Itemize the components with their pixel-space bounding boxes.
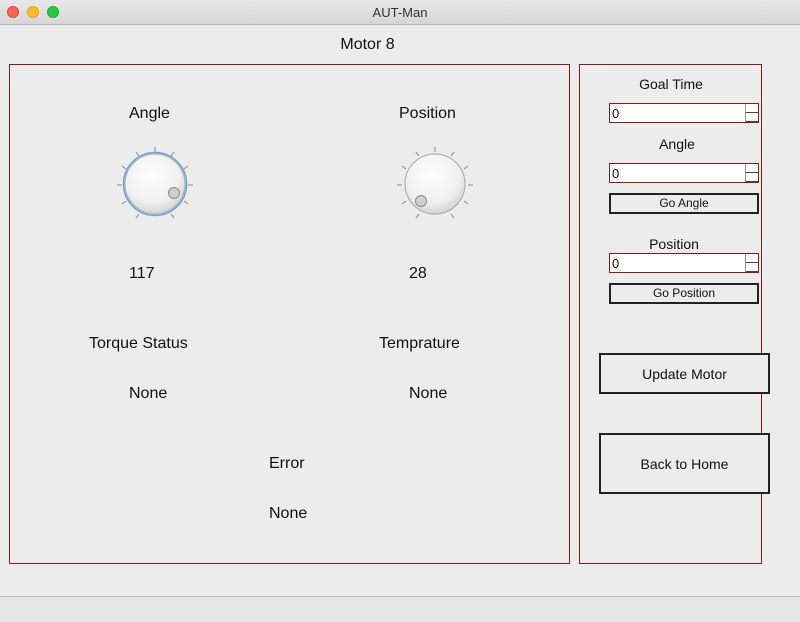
temperature-label: Temprature bbox=[379, 335, 460, 352]
goal-time-stepper[interactable] bbox=[745, 104, 758, 122]
stepper-down-icon[interactable] bbox=[746, 113, 758, 122]
goal-position-spinbox[interactable] bbox=[609, 253, 759, 273]
position-dial-handle bbox=[415, 195, 427, 207]
update-motor-button[interactable]: Update Motor bbox=[599, 353, 770, 394]
position-value: 28 bbox=[409, 265, 427, 282]
title-bar: AUT-Man bbox=[0, 0, 800, 25]
goal-position-input[interactable] bbox=[610, 254, 746, 272]
torque-status-label: Torque Status bbox=[89, 335, 188, 352]
angle-label: Angle bbox=[129, 105, 170, 122]
torque-status-value: None bbox=[129, 385, 168, 402]
status-bar bbox=[0, 596, 800, 622]
stepper-up-icon[interactable] bbox=[746, 254, 758, 263]
angle-value: 117 bbox=[129, 265, 155, 282]
temperature-value: None bbox=[409, 385, 448, 402]
goal-angle-stepper[interactable] bbox=[745, 164, 758, 182]
goal-time-input[interactable] bbox=[610, 104, 746, 122]
back-to-home-button[interactable]: Back to Home bbox=[599, 433, 770, 494]
goal-angle-label: Angle bbox=[659, 136, 695, 152]
stepper-up-icon[interactable] bbox=[746, 164, 758, 173]
go-position-button[interactable]: Go Position bbox=[609, 283, 759, 304]
stepper-down-icon[interactable] bbox=[746, 173, 758, 182]
page-title: Motor 8 bbox=[340, 36, 395, 53]
window-title: AUT-Man bbox=[372, 5, 428, 20]
go-angle-button[interactable]: Go Angle bbox=[609, 193, 759, 214]
position-label: Position bbox=[399, 105, 456, 122]
goal-time-label: Goal Time bbox=[639, 76, 703, 92]
position-dial[interactable] bbox=[390, 140, 480, 230]
motor-status-panel bbox=[9, 64, 570, 564]
goal-position-label: Position bbox=[649, 236, 699, 252]
stepper-up-icon[interactable] bbox=[746, 104, 758, 113]
goal-angle-input[interactable] bbox=[610, 164, 746, 182]
goal-angle-spinbox[interactable] bbox=[609, 163, 759, 183]
goal-position-stepper[interactable] bbox=[745, 254, 758, 272]
error-label: Error bbox=[269, 455, 305, 472]
goal-time-spinbox[interactable] bbox=[609, 103, 759, 123]
error-value: None bbox=[269, 505, 308, 522]
stepper-down-icon[interactable] bbox=[746, 263, 758, 272]
angle-dial-handle bbox=[168, 187, 180, 199]
angle-dial[interactable] bbox=[110, 140, 200, 230]
